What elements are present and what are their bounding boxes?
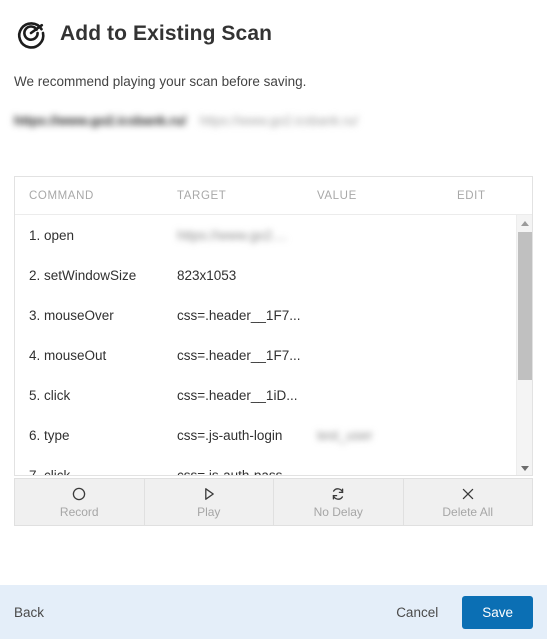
refresh-loop-icon	[330, 486, 346, 502]
table-header-row: COMMAND TARGET VALUE EDIT	[15, 177, 532, 215]
cell-command: 3. mouseOver	[29, 307, 114, 323]
page-header: Add to Existing Scan	[0, 0, 547, 50]
cell-target: css=.header__1F7...	[177, 347, 301, 363]
table-row[interactable]: 3. mouseOver css=.header__1F7...	[15, 295, 532, 335]
table-row[interactable]: 6. type css=.js-auth-login test_user	[15, 415, 532, 455]
cell-command: 6. type	[29, 427, 70, 443]
cell-command: 1. open	[29, 227, 75, 243]
cell-target: css=.js-auth-login	[177, 427, 283, 443]
no-delay-button-label: No Delay	[313, 504, 363, 519]
column-header-value: VALUE	[303, 177, 443, 215]
scan-url-line: https://www.go2.icsbank.ru/ https://www.…	[14, 113, 547, 128]
page-title: Add to Existing Scan	[60, 21, 273, 45]
dialog-footer: Back Cancel Save	[0, 585, 547, 639]
cell-target: https://www.go2....	[177, 227, 288, 243]
table-row[interactable]: 7. click css=.js-auth-pass	[15, 455, 532, 476]
steps-table: COMMAND TARGET VALUE EDIT 1. open https:/…	[14, 176, 533, 476]
table-row[interactable]: 5. click css=.header__1iD...	[15, 375, 532, 415]
cell-command: 5. click	[29, 387, 71, 403]
scan-url-secondary: https://www.go2.icsbank.ru/	[199, 113, 359, 128]
scan-url-primary: https://www.go2.icsbank.ru/	[14, 113, 187, 128]
save-button[interactable]: Save	[462, 595, 533, 629]
triangle-up-icon	[521, 220, 529, 226]
triangle-down-icon	[521, 465, 529, 471]
close-x-icon	[460, 486, 476, 502]
column-header-edit: EDIT	[443, 177, 532, 215]
scrollbar-down-arrow[interactable]	[517, 460, 532, 475]
table-body: 1. open https://www.go2.... 2. setWindowSi…	[15, 215, 532, 476]
cell-command: 7. click	[29, 467, 71, 476]
column-header-command: COMMAND	[15, 177, 163, 215]
table-row[interactable]: 1. open https://www.go2....	[15, 215, 532, 255]
play-button-label: Play	[197, 504, 221, 519]
play-triangle-icon	[201, 486, 217, 502]
cell-value: test_user	[317, 427, 373, 443]
column-header-target: TARGET	[163, 177, 303, 215]
scrollbar-thumb[interactable]	[518, 232, 532, 380]
cell-target: css=.header__1iD...	[177, 387, 298, 403]
table-scrollbar[interactable]	[516, 215, 532, 475]
spiral-scan-logo-icon	[14, 16, 48, 50]
delete-all-button[interactable]: Delete All	[404, 479, 533, 525]
cancel-button[interactable]: Cancel	[396, 605, 438, 620]
scrollbar-up-arrow[interactable]	[517, 215, 532, 231]
record-button[interactable]: Record	[15, 479, 145, 525]
playback-toolbar: Record Play No Delay Delete All	[14, 478, 533, 526]
no-delay-button[interactable]: No Delay	[274, 479, 404, 525]
record-button-label: Record	[59, 504, 99, 519]
back-button[interactable]: Back	[14, 605, 44, 620]
table-row[interactable]: 2. setWindowSize 823x1053	[15, 255, 532, 295]
delete-all-button-label: Delete All	[442, 504, 494, 519]
cell-command: 2. setWindowSize	[29, 267, 137, 283]
record-circle-icon	[71, 486, 87, 502]
cell-target: 823x1053	[177, 267, 237, 283]
recommendation-text: We recommend playing your scan before sa…	[14, 74, 307, 89]
cell-target: css=.header__1F7...	[177, 307, 301, 323]
cell-command: 4. mouseOut	[29, 347, 107, 363]
cell-target: css=.js-auth-pass	[177, 467, 283, 476]
table-row[interactable]: 4. mouseOut css=.header__1F7...	[15, 335, 532, 375]
play-button[interactable]: Play	[145, 479, 274, 525]
